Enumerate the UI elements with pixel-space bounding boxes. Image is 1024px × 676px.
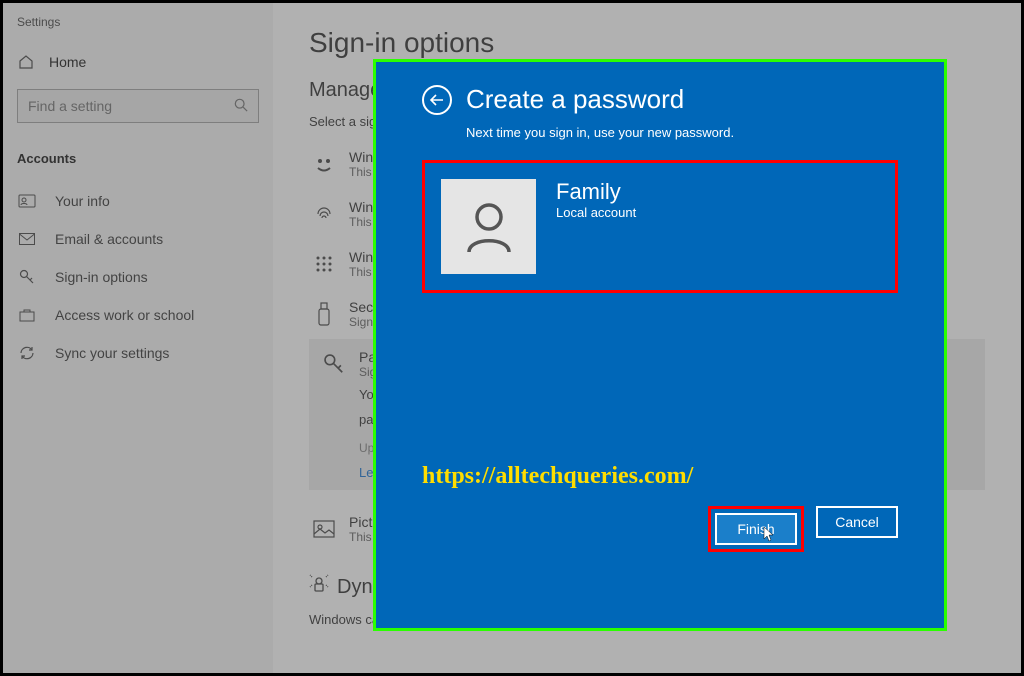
create-password-dialog: Create a password Next time you sign in,… xyxy=(373,59,947,631)
sidebar-item-sync[interactable]: Sync your settings xyxy=(3,334,273,372)
cancel-button[interactable]: Cancel xyxy=(816,506,898,538)
face-icon xyxy=(309,149,339,179)
person-icon xyxy=(17,192,37,210)
back-button[interactable] xyxy=(422,85,452,115)
search-placeholder: Find a setting xyxy=(28,98,234,114)
dynamic-icon xyxy=(309,574,329,600)
finish-highlight: Finish xyxy=(708,506,804,552)
sidebar-item-your-info[interactable]: Your info xyxy=(3,182,273,220)
avatar xyxy=(441,179,536,274)
nav-label: Your info xyxy=(55,193,110,209)
sidebar: Settings Home Find a setting Ac xyxy=(3,3,273,673)
picture-icon xyxy=(309,514,339,544)
home-icon xyxy=(17,53,35,71)
key-icon xyxy=(319,349,349,379)
finish-button[interactable]: Finish xyxy=(715,513,797,545)
nav-label: Access work or school xyxy=(55,307,194,323)
cursor-icon xyxy=(763,526,777,545)
sync-icon xyxy=(17,344,37,362)
search-icon xyxy=(234,98,248,115)
nav-label: Sign-in options xyxy=(55,269,148,285)
nav-label: Email & accounts xyxy=(55,231,163,247)
usb-icon xyxy=(309,299,339,329)
section-header: Accounts xyxy=(3,143,273,182)
sidebar-item-email[interactable]: Email & accounts xyxy=(3,220,273,258)
modal-title: Create a password xyxy=(466,84,684,115)
search-input[interactable]: Find a setting xyxy=(17,89,259,123)
app-title: Settings xyxy=(3,13,273,43)
user-type: Local account xyxy=(556,205,636,220)
mail-icon xyxy=(17,230,37,248)
fingerprint-icon xyxy=(309,199,339,229)
user-card: Family Local account xyxy=(422,160,898,293)
nav-label: Sync your settings xyxy=(55,345,169,361)
user-name: Family xyxy=(556,179,636,205)
keypad-icon xyxy=(309,249,339,279)
page-title: Sign-in options xyxy=(309,27,985,59)
key-icon xyxy=(17,268,37,286)
home-link[interactable]: Home xyxy=(3,43,273,81)
watermark-text: https://alltechqueries.com/ xyxy=(422,463,898,490)
home-label: Home xyxy=(49,54,86,70)
sidebar-item-work[interactable]: Access work or school xyxy=(3,296,273,334)
briefcase-icon xyxy=(17,306,37,324)
sidebar-item-signin[interactable]: Sign-in options xyxy=(3,258,273,296)
modal-subtitle: Next time you sign in, use your new pass… xyxy=(466,125,898,140)
